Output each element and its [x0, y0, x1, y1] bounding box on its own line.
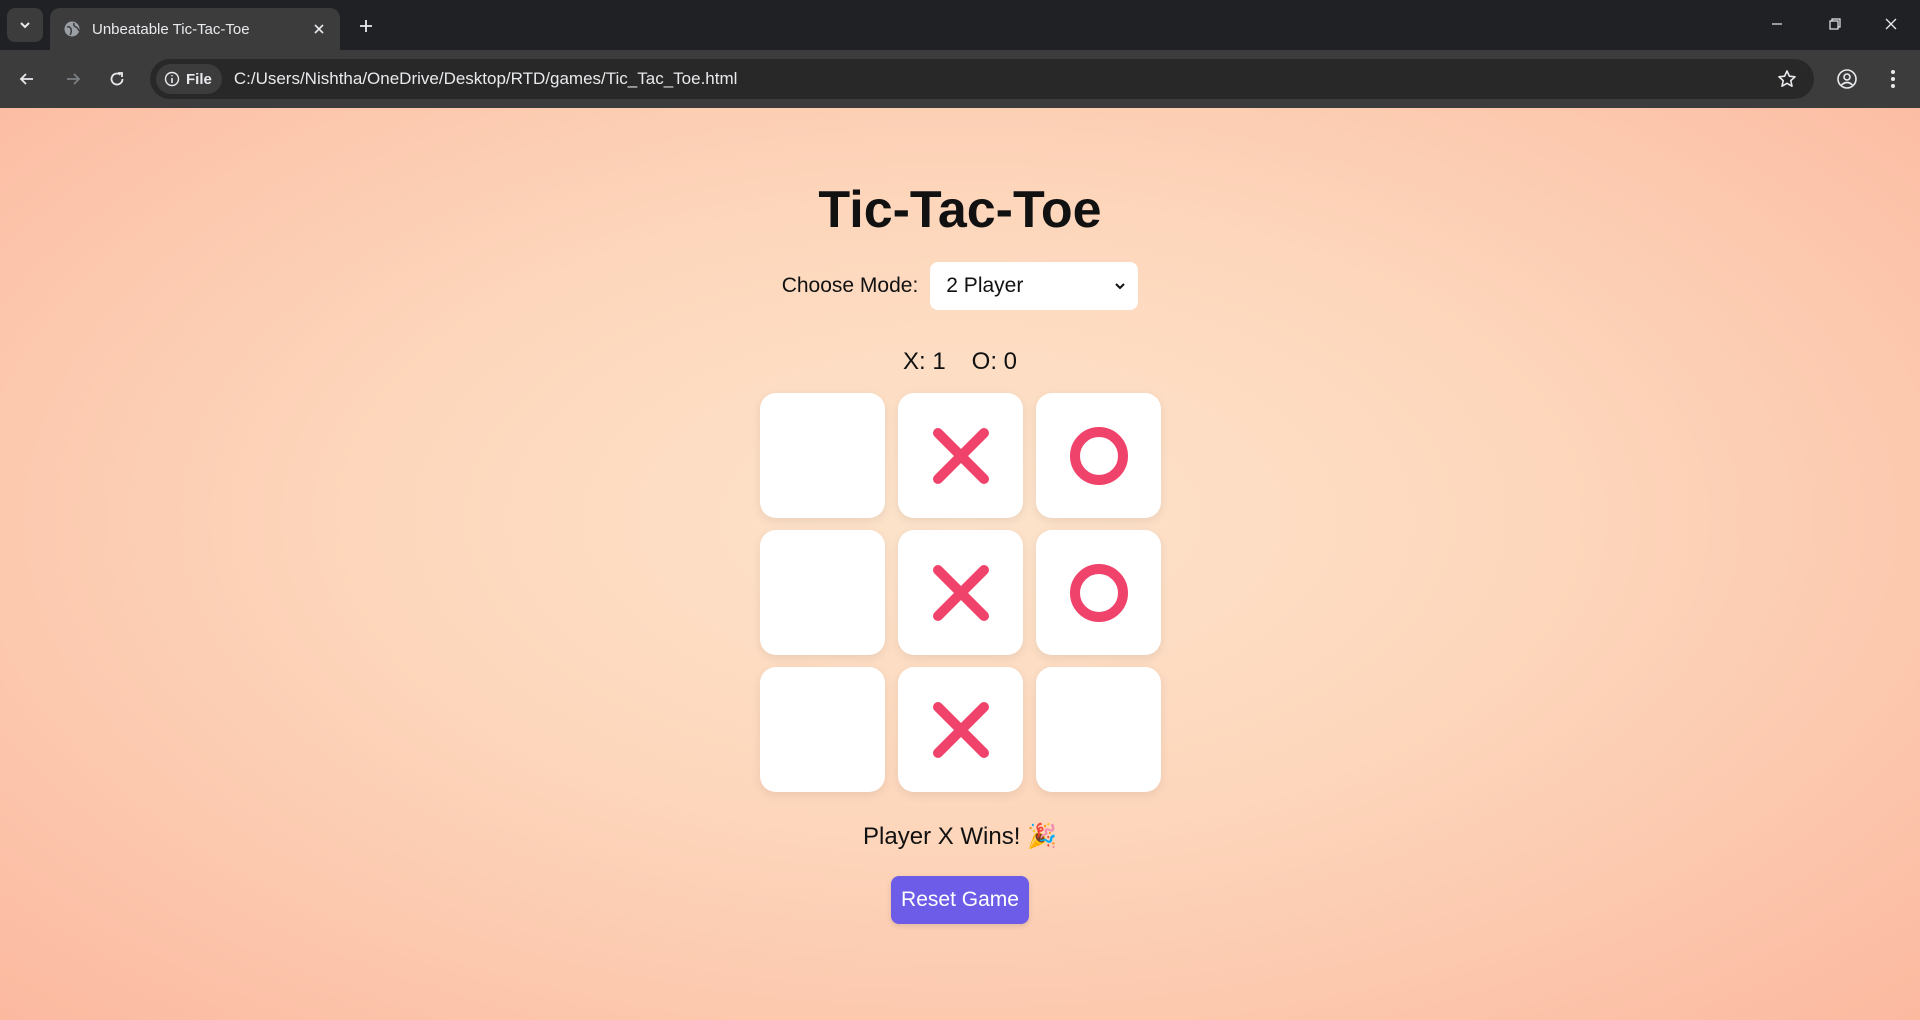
more-menu-icon[interactable] — [1876, 62, 1910, 96]
close-icon — [1885, 18, 1897, 30]
page-content: Tic-Tac-Toe Choose Mode: 2 Player X: 1 O… — [0, 108, 1920, 1020]
forward-button[interactable] — [56, 62, 90, 96]
url-text[interactable]: C:/Users/Nishtha/OneDrive/Desktop/RTD/ga… — [234, 69, 1770, 89]
tab-search-button[interactable] — [7, 8, 43, 42]
browser-tabstrip: Unbeatable Tic-Tac-Toe — [0, 0, 1920, 50]
close-window-button[interactable] — [1862, 0, 1920, 48]
page-title: Tic-Tac-Toe — [818, 181, 1102, 239]
score-x: X: 1 — [902, 348, 946, 375]
browser-toolbar: File C:/Users/Nishtha/OneDrive/Desktop/R… — [0, 50, 1920, 108]
restore-button[interactable] — [1806, 0, 1864, 48]
o-mark-icon — [1069, 426, 1128, 485]
browser-tab[interactable]: Unbeatable Tic-Tac-Toe — [50, 8, 340, 50]
board-cell[interactable] — [1036, 530, 1161, 655]
back-button[interactable] — [10, 62, 44, 96]
x-mark-icon — [932, 701, 989, 758]
board-cell[interactable] — [760, 393, 885, 518]
mode-label: Choose Mode: — [781, 274, 919, 297]
chevron-down-icon — [20, 22, 30, 29]
plus-icon — [360, 20, 372, 32]
board-cell[interactable] — [760, 530, 885, 655]
game-board — [760, 393, 1161, 792]
globe-icon — [62, 19, 82, 39]
info-icon — [164, 71, 180, 87]
board-cell[interactable] — [1036, 667, 1161, 792]
restore-icon — [1829, 18, 1841, 30]
reload-icon — [110, 72, 124, 86]
x-mark-icon — [932, 564, 989, 621]
mode-select-value: 2 Player — [946, 274, 1024, 297]
reset-game-button[interactable]: Reset Game — [891, 876, 1029, 924]
arrow-left-icon — [19, 73, 33, 85]
board-cell[interactable] — [760, 667, 885, 792]
close-tab-icon[interactable] — [306, 16, 332, 42]
board-cell[interactable] — [898, 530, 1023, 655]
minimize-button[interactable] — [1748, 0, 1806, 48]
x-mark-icon — [932, 427, 989, 484]
reload-button[interactable] — [100, 62, 134, 96]
tab-title: Unbeatable Tic-Tac-Toe — [92, 20, 250, 38]
bookmark-star-icon[interactable] — [1770, 62, 1804, 96]
new-tab-button[interactable] — [352, 12, 380, 40]
board-cell[interactable] — [1036, 393, 1161, 518]
address-bar[interactable]: File C:/Users/Nishtha/OneDrive/Desktop/R… — [150, 59, 1814, 99]
mode-row: Choose Mode: 2 Player — [0, 262, 1920, 310]
file-chip-label: File — [186, 70, 212, 88]
mode-select[interactable]: 2 Player — [930, 262, 1139, 310]
site-info-chip[interactable]: File — [156, 64, 222, 94]
game-status: Player X Wins! 🎉 — [863, 823, 1057, 850]
scoreboard: X: 1 O: 0 — [0, 348, 1920, 376]
arrow-right-icon — [67, 73, 81, 85]
profile-icon[interactable] — [1830, 62, 1864, 96]
board-cell[interactable] — [898, 667, 1023, 792]
score-o: O: 0 — [971, 348, 1018, 375]
minimize-icon — [1772, 23, 1782, 25]
chevron-down-icon — [1115, 283, 1126, 290]
board-cell[interactable] — [898, 393, 1023, 518]
o-mark-icon — [1069, 563, 1128, 622]
